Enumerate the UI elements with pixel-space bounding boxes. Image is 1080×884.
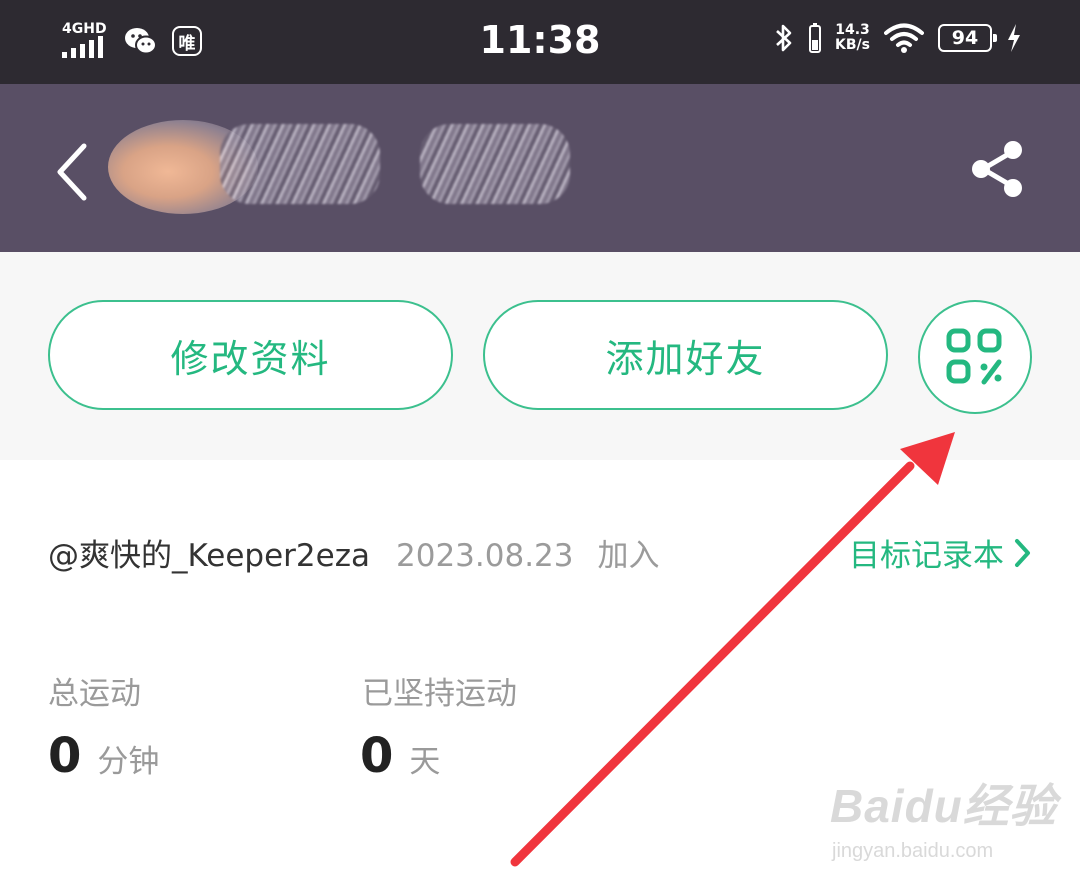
battery-indicator: 94 (938, 24, 997, 52)
goal-record-link[interactable]: 目标记录本 (849, 530, 1032, 575)
goal-record-label: 目标记录本 (849, 538, 1004, 574)
total-exercise-label: 总运动 (48, 676, 141, 712)
streak-value: 0 天 (360, 728, 440, 784)
edit-profile-button[interactable]: 修改资料 (48, 300, 453, 410)
net-speed-unit: KB/s (835, 37, 870, 53)
qr-code-button[interactable] (918, 300, 1032, 414)
net-speed: 14.3 KB/s (835, 23, 870, 53)
qr-code-icon (946, 328, 1002, 385)
profile-header (0, 84, 1080, 252)
status-right: 14.3 KB/s 94 (773, 22, 1022, 54)
battery-small-icon (809, 23, 822, 53)
join-date: 2023.08.23 (396, 538, 574, 574)
join-label: 加入 (597, 538, 660, 574)
total-exercise-value: 0 分钟 (48, 728, 159, 784)
bluetooth-icon (776, 24, 792, 52)
username: @爽快的_Keeper2eza (48, 538, 370, 574)
blurred-name-extra (420, 124, 570, 204)
baidu-watermark: Baidu经验 jingyan.baidu.com (830, 770, 1057, 863)
net-speed-value: 14.3 (835, 22, 870, 38)
streak-label: 已坚持运动 (362, 676, 517, 712)
chevron-right-icon (1015, 538, 1030, 567)
watermark-brand: Baidu经验 (830, 780, 1057, 832)
streak-unit: 天 (409, 744, 441, 780)
back-arrow-icon[interactable] (52, 142, 92, 202)
user-info-row: @爽快的_Keeper2eza 2023.08.23 加入 (48, 530, 660, 575)
status-bar: 4GHD 唯 11:38 14.3 KB/s 94 (0, 0, 1080, 84)
blurred-name (220, 124, 380, 204)
watermark-url: jingyan.baidu.com (832, 840, 994, 862)
total-exercise-number: 0 (48, 728, 82, 784)
charging-icon (1008, 24, 1020, 52)
streak-number: 0 (360, 728, 394, 784)
add-friend-button[interactable]: 添加好友 (483, 300, 888, 410)
share-icon[interactable] (968, 138, 1026, 200)
wifi-icon (884, 23, 924, 53)
total-exercise-unit: 分钟 (97, 744, 160, 780)
